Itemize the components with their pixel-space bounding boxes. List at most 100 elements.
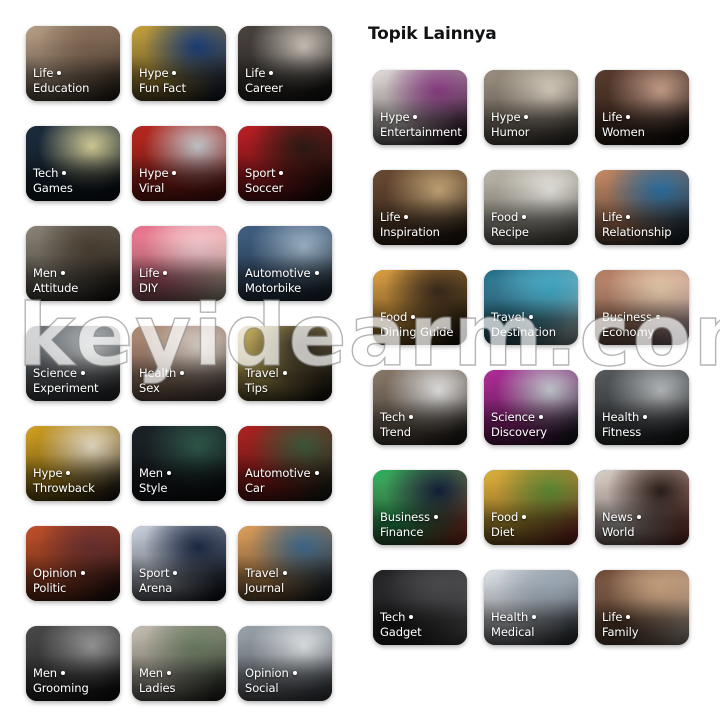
bullet-dot-icon [269,70,274,75]
topic-card-category: Opinion [33,566,117,581]
topic-card[interactable]: Men Style [132,426,226,501]
topic-card[interactable]: Health Medical [484,570,578,645]
topic-card-label: Travel Destination [491,310,575,339]
topic-card-category: Life [602,110,686,125]
topic-card-category: Opinion [245,666,329,681]
topic-card-subcategory: Finance [380,524,424,539]
topic-card-category: Food [491,210,575,225]
topic-card-category: Automotive [245,466,329,481]
topic-card[interactable]: Tech Games [26,126,120,201]
topic-card-category: Sport [245,166,329,181]
bullet-dot-icon [643,414,648,419]
topic-card[interactable]: Hype Humor [484,70,578,145]
topic-card[interactable]: Life DIY [132,226,226,301]
bullet-dot-icon [314,470,319,475]
bullet-dot-icon [409,414,414,419]
topic-card[interactable]: Opinion Politic [26,526,120,601]
topic-card[interactable]: News World [595,470,689,545]
bullet-dot-icon [163,270,168,275]
topic-card-category: News [602,510,686,525]
topic-card[interactable]: Food Diet [484,470,578,545]
topic-card-category: Tech [380,410,464,425]
topic-card[interactable]: Health Fitness [595,370,689,445]
topic-card-label: Business Economy [602,310,686,339]
topic-card[interactable]: Automotive Car [238,426,332,501]
topic-card-label: Travel Tips [245,366,329,395]
bullet-dot-icon [80,570,85,575]
topic-card-subcategory: Destination [491,324,556,339]
topic-card[interactable]: Tech Gadget [373,570,467,645]
topic-card-subcategory: Politic [33,580,67,595]
topic-card[interactable]: Health Sex [132,326,226,401]
topic-card-subcategory: Education [33,80,90,95]
bullet-dot-icon [173,570,178,575]
topic-card[interactable]: Food Dining Guide [373,270,467,345]
topic-card[interactable]: Science Discovery [484,370,578,445]
topic-card[interactable]: Men Grooming [26,626,120,701]
topic-card[interactable]: Life Education [26,26,120,101]
topic-card-label: Food Diet [491,510,575,539]
bullet-dot-icon [626,114,631,119]
topic-card-label: Tech Gadget [380,610,464,639]
topic-card[interactable]: Travel Journal [238,526,332,601]
topic-card-category: Sport [139,566,223,581]
topics-page: Life Education Hype Fun Fact Life Career Tech G… [0,0,720,720]
topic-card[interactable]: Sport Arena [132,526,226,601]
topic-card-category: Health [139,366,223,381]
topic-card[interactable]: Food Recipe [484,170,578,245]
topic-card-category: Health [491,610,575,625]
topic-card-subcategory: Diet [491,524,515,539]
bullet-dot-icon [172,170,177,175]
topic-card-category: Health [602,410,686,425]
topic-card-label: Science Discovery [491,410,575,439]
topic-card-label: Health Medical [491,610,575,639]
topic-card-label: Sport Arena [139,566,223,595]
topic-card-subcategory: Attitude [33,280,79,295]
topic-card-category: Food [491,510,575,525]
topic-card-subcategory: Gadget [380,624,422,639]
topic-card[interactable]: Hype Viral [132,126,226,201]
topic-card[interactable]: Travel Tips [238,326,332,401]
topic-card-label: Hype Fun Fact [139,66,223,95]
topic-card[interactable]: Hype Throwback [26,426,120,501]
topic-card[interactable]: Automotive Motorbike [238,226,332,301]
topic-card[interactable]: Life Women [595,70,689,145]
topic-card[interactable]: Science Experiment [26,326,120,401]
right-topics-grid: Hype Entertainment Hype Humor Life Women Life I… [373,70,689,645]
topic-card-category: Hype [491,110,575,125]
topic-card-label: Food Dining Guide [380,310,464,339]
bullet-dot-icon [413,114,418,119]
topic-card[interactable]: Business Finance [373,470,467,545]
bullet-dot-icon [522,514,527,519]
topic-card[interactable]: Opinion Social [238,626,332,701]
topic-card-category: Automotive [245,266,329,281]
topic-card[interactable]: Business Economy [595,270,689,345]
bullet-dot-icon [524,114,529,119]
topic-card-label: Life Career [245,66,329,95]
topic-card[interactable]: Men Attitude [26,226,120,301]
topic-card[interactable]: Sport Soccer [238,126,332,201]
bullet-dot-icon [433,514,438,519]
topic-card[interactable]: Life Relationship [595,170,689,245]
topic-card[interactable]: Tech Trend [373,370,467,445]
topic-card-label: Tech Games [33,166,117,195]
topic-card-category: Hype [139,166,223,181]
topic-card[interactable]: Travel Destination [484,270,578,345]
topic-card-label: Health Sex [139,366,223,395]
topic-card-category: Life [602,610,686,625]
topic-card[interactable]: Life Career [238,26,332,101]
topic-card[interactable]: Life Inspiration [373,170,467,245]
topic-card-subcategory: Recipe [491,224,529,239]
topic-card[interactable]: Men Ladies [132,626,226,701]
topic-card[interactable]: Hype Fun Fact [132,26,226,101]
topic-card[interactable]: Hype Entertainment [373,70,467,145]
bullet-dot-icon [292,670,297,675]
topic-card-category: Men [139,666,223,681]
topic-card-category: Life [245,66,329,81]
bullet-dot-icon [61,670,65,675]
topic-card-label: Life Family [602,610,686,639]
bullet-dot-icon [66,470,71,475]
topic-card[interactable]: Life Family [595,570,689,645]
bullet-dot-icon [655,314,660,319]
bullet-dot-icon [61,270,65,275]
